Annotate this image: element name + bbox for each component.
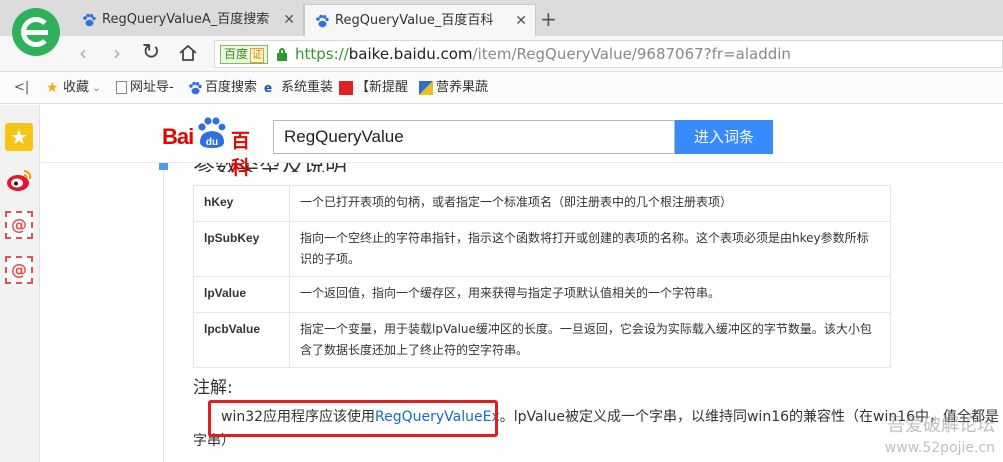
page-icon xyxy=(116,81,127,94)
baidu-baike-logo[interactable]: Bai du 百科 xyxy=(162,114,262,179)
reload-icon[interactable]: ↻ xyxy=(138,40,164,66)
enter-entry-button[interactable]: 进入词条 xyxy=(675,120,773,154)
bookmark-label: 【新提醒 xyxy=(356,80,409,95)
tab-regqueryvalue-baike[interactable]: RegQueryValue_百度百科 ✕ xyxy=(304,4,536,36)
bookmark-favorites[interactable]: ★ 收藏 ⌄ xyxy=(46,79,101,98)
url-path: /item/RegQueryValue/9687067?fr=aladdin xyxy=(472,45,791,63)
tab-title: RegQueryValueA_百度搜索 xyxy=(102,12,270,27)
baidu-paw-icon xyxy=(83,13,96,27)
table-row: lpcbValue 指定一个变量，用于装载lpValue缓冲区的长度。一旦返回，… xyxy=(193,312,891,368)
address-bar[interactable]: 百度证 https://baike.baidu.com/item/RegQuer… xyxy=(214,40,1003,68)
tab-regqueryvaluea-search[interactable]: RegQueryValueA_百度搜索 ✕ xyxy=(72,4,304,36)
param-desc: 指定一个变量，用于装载lpValue缓冲区的长度。一旦返回，它会设为实际载入缓冲… xyxy=(289,312,891,368)
navigation-bar: ‹ › ↻ 百度证 https://baike.baidu.com/item/R… xyxy=(0,36,1003,72)
param-desc: 一个已打开表项的句柄，或者指定一个标准项名（即注册表中的几个根注册表项） xyxy=(289,185,891,222)
browser-sidebar: ★ @ @ xyxy=(0,105,40,462)
watermark-site: www.52pojie.cn xyxy=(884,440,995,456)
watermark: 吾爱破解论坛 www.52pojie.cn xyxy=(885,415,995,459)
close-icon[interactable]: ✕ xyxy=(283,4,295,36)
param-desc: 指向一个空终止的字符串指针，指示这个函数将打开或创建的表项的名称。这个表项必须是… xyxy=(289,221,891,277)
param-name: lpValue xyxy=(193,276,290,313)
logo-du-text: du xyxy=(206,137,218,148)
back-icon[interactable]: ‹ xyxy=(70,40,96,66)
bookmark-nav[interactable]: 网址导- xyxy=(116,79,174,97)
browser-logo-icon[interactable] xyxy=(12,8,60,56)
cert-verified-icon: 证 xyxy=(250,48,265,63)
reminder-icon xyxy=(339,80,353,95)
table-row: hKey 一个已打开表项的句柄，或者指定一个标准项名（即注册表中的几个根注册表项… xyxy=(193,185,891,222)
param-name: lpcbValue xyxy=(193,312,290,368)
content-divider xyxy=(163,165,164,462)
url-text[interactable]: https://baike.baidu.com/item/RegQueryVal… xyxy=(295,41,791,68)
baidu-paw-icon xyxy=(316,14,329,28)
home-icon[interactable] xyxy=(175,40,201,66)
lock-icon xyxy=(277,48,287,61)
param-name: lpSubKey xyxy=(193,221,290,277)
url-scheme: https:// xyxy=(295,45,349,63)
bookmark-label: 营养果蔬 xyxy=(436,80,489,95)
bookmarks-bar: <| ★ 收藏 ⌄ 网址导- 百度搜索 e 系统重装 【新提醒 营养果蔬 xyxy=(0,72,1003,104)
bookmark-baidu-search[interactable]: 百度搜索 xyxy=(188,79,257,97)
baidu-paw-icon: du xyxy=(198,117,226,148)
bookmark-label: 系统重装 xyxy=(281,80,334,95)
certificate-badge[interactable]: 百度证 xyxy=(220,45,269,64)
bookmark-system-reinstall[interactable]: e 系统重装 xyxy=(264,79,333,97)
logo-ke-text: 百科 xyxy=(231,130,251,179)
forward-icon[interactable]: › xyxy=(104,40,130,66)
baike-page: 参数类型及说明 Bai du 百科 RegQueryValue 进入词条 hKe… xyxy=(41,105,1003,462)
mail-icon[interactable]: @ xyxy=(5,211,33,239)
url-host: baike.baidu.com xyxy=(348,45,473,63)
watermark-title: 吾爱破解论坛 xyxy=(887,415,995,436)
tab-title: RegQueryValue_百度百科 xyxy=(335,13,494,28)
logo-bai-text: Bai xyxy=(162,124,194,149)
bookmark-label: 百度搜索 xyxy=(205,80,258,95)
star-icon: ★ xyxy=(46,79,59,96)
system-icon: e xyxy=(264,80,273,95)
mail-icon[interactable]: @ xyxy=(5,256,33,284)
table-row: lpSubKey 指向一个空终止的字符串指针，指示这个函数将打开或创建的表项的名… xyxy=(193,221,891,277)
bookmark-label: 网址导- xyxy=(130,80,174,95)
bookmark-reminder[interactable]: 【新提醒 xyxy=(339,79,408,97)
bookmark-label: 收藏 xyxy=(63,80,90,95)
tab-bar: RegQueryValueA_百度搜索 ✕ RegQueryValue_百度百科… xyxy=(0,0,1003,36)
param-name: hKey xyxy=(193,185,290,222)
weibo-icon[interactable] xyxy=(5,166,33,194)
bookmark-fruit[interactable]: 营养果蔬 xyxy=(419,79,488,97)
param-desc: 一个返回值，指向一个缓存区，用来获得与指定子项默认值相关的一个字符串。 xyxy=(289,276,891,313)
baike-header: Bai du 百科 RegQueryValue 进入词条 xyxy=(41,105,1003,179)
note-title: 注解: xyxy=(193,378,233,398)
favorites-star-icon[interactable]: ★ xyxy=(5,123,33,151)
cert-label: 百度 xyxy=(224,47,249,61)
sidebar-toggle-button[interactable]: <| xyxy=(14,79,29,97)
fruit-icon xyxy=(419,80,433,95)
table-row: lpValue 一个返回值，指向一个缓存区，用来获得与指定子项默认值相关的一个字… xyxy=(193,276,891,313)
new-tab-button[interactable]: + xyxy=(540,6,557,32)
search-input[interactable]: RegQueryValue xyxy=(273,120,675,154)
params-table: hKey 一个已打开表项的句柄，或者指定一个标准项名（即注册表中的几个根注册表项… xyxy=(193,185,891,368)
red-highlight-box xyxy=(208,400,498,437)
baidu-paw-icon xyxy=(189,81,202,94)
close-icon[interactable]: ✕ xyxy=(515,5,527,37)
